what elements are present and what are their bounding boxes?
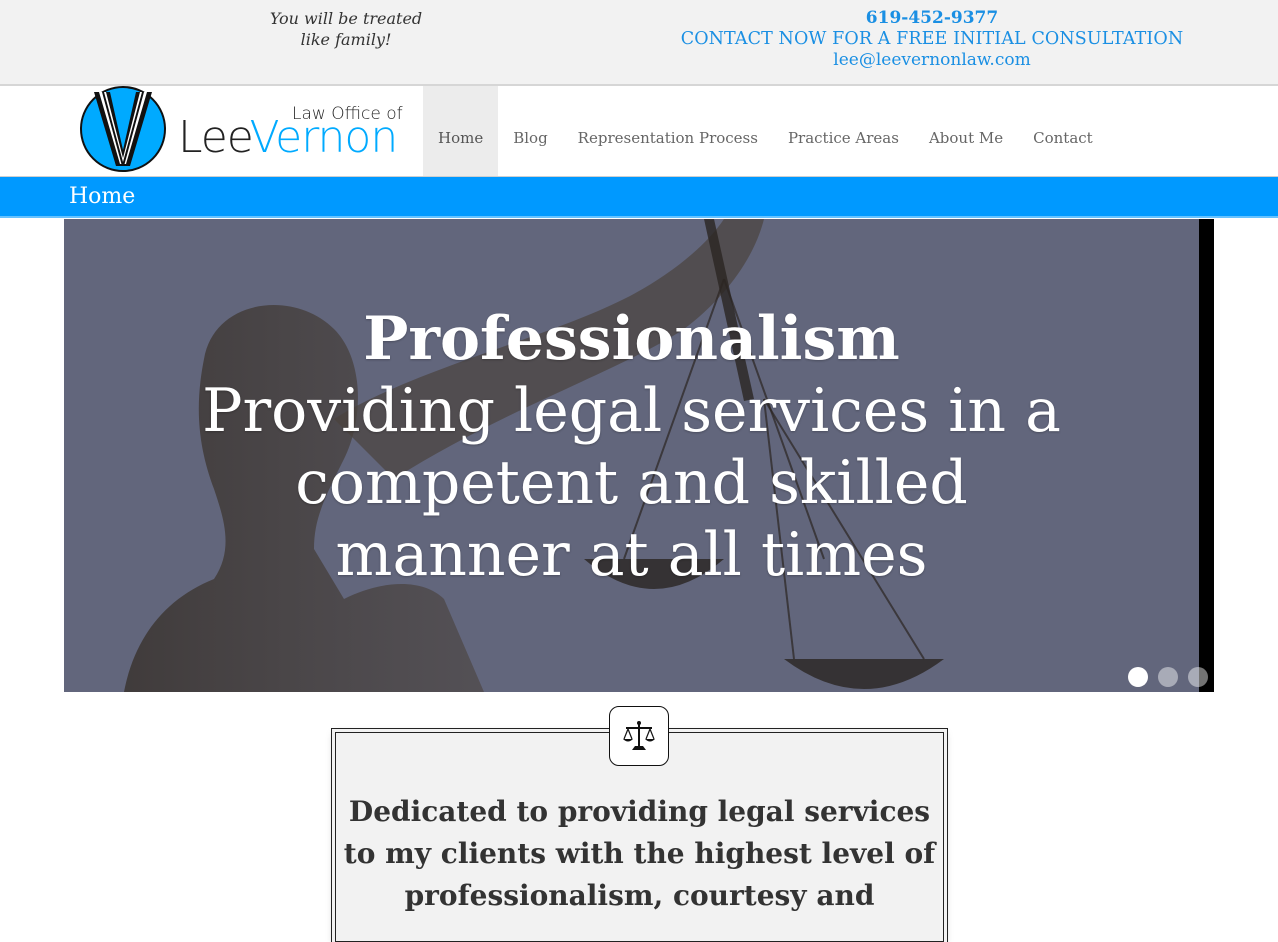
top-bar: You will be treated like family! 619-452…	[0, 0, 1278, 86]
mission-line-3: professionalism, courtesy and	[404, 879, 875, 912]
slider-dot-3[interactable]	[1188, 667, 1208, 687]
site-header: Law Office of LeeVernon Home Blog Repres…	[0, 86, 1278, 177]
scales-of-justice-icon	[609, 706, 669, 766]
nav-item-practice-areas[interactable]: Practice Areas	[773, 86, 914, 176]
nav-item-about-me[interactable]: About Me	[914, 86, 1018, 176]
contact-block: 619-452-9377 CONTACT NOW FOR A FREE INIT…	[660, 8, 1204, 71]
main-nav: Home Blog Representation Process Practic…	[423, 86, 1108, 176]
slider-dot-1[interactable]	[1128, 667, 1148, 687]
hero-title: Professionalism	[363, 304, 900, 374]
mission-text: Dedicated to providing legal services to…	[336, 791, 943, 917]
logo-wordmark: LeeVernon	[178, 112, 398, 163]
nav-item-home[interactable]: Home	[423, 86, 499, 176]
tagline: You will be treated like family!	[246, 8, 446, 50]
page-title: Home	[69, 184, 136, 209]
phone-link[interactable]: 619-452-9377	[660, 8, 1204, 29]
site-logo[interactable]: Law Office of LeeVernon	[78, 86, 408, 176]
tagline-line-1: You will be treated	[269, 9, 423, 28]
hero-line-2: competent and skilled	[295, 448, 968, 518]
logo-first-name: Lee	[178, 112, 250, 163]
logo-v-icon	[80, 86, 166, 172]
hero-caption: Professionalism Providing legal services…	[64, 303, 1199, 591]
hero-edge	[1199, 219, 1214, 692]
slider-dot-2[interactable]	[1158, 667, 1178, 687]
slider-dots	[1128, 667, 1208, 687]
email-link[interactable]: lee@leevernonlaw.com	[660, 50, 1204, 71]
mission-line-1: Dedicated to providing legal services	[348, 795, 931, 828]
hero-line-1: Providing legal services in a	[202, 376, 1061, 446]
logo-last-name: Vernon	[249, 112, 398, 163]
consultation-link[interactable]: CONTACT NOW FOR A FREE INITIAL CONSULTAT…	[660, 29, 1204, 50]
mission-line-2: to my clients with the highest level of	[343, 837, 936, 870]
page-title-bar: Home	[0, 177, 1278, 218]
nav-item-blog[interactable]: Blog	[498, 86, 562, 176]
hero-slider[interactable]: Professionalism Providing legal services…	[64, 219, 1199, 692]
nav-item-contact[interactable]: Contact	[1018, 86, 1108, 176]
hero-line-3: manner at all times	[335, 520, 928, 590]
tagline-line-2: like family!	[300, 30, 392, 49]
nav-item-representation-process[interactable]: Representation Process	[563, 86, 773, 176]
